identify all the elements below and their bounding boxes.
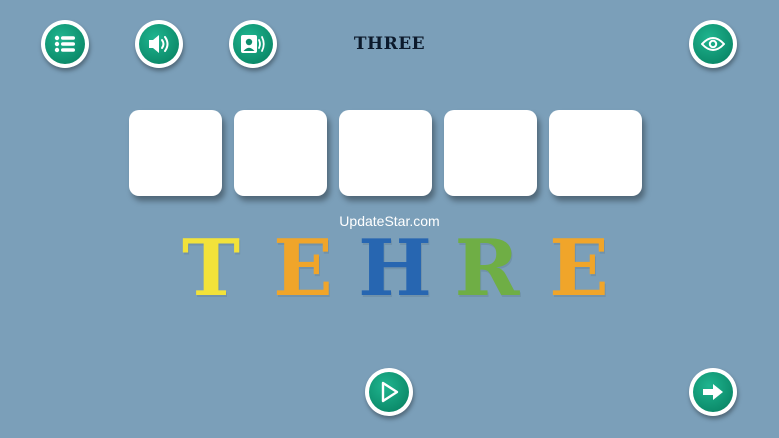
eye-icon [701, 37, 725, 51]
letter-tile[interactable]: R [441, 226, 533, 312]
play-button[interactable] [365, 368, 413, 416]
answer-slot[interactable] [444, 110, 537, 196]
answer-slots [129, 110, 642, 196]
letter-tile[interactable]: E [533, 226, 625, 312]
letter-tile[interactable]: H [349, 226, 441, 312]
next-button[interactable] [689, 368, 737, 416]
target-word: THREE [353, 34, 426, 54]
arrow-right-icon [703, 384, 723, 400]
letter-tile[interactable]: T [165, 226, 257, 312]
reveal-button[interactable] [689, 20, 737, 68]
play-icon [381, 381, 399, 403]
answer-slot[interactable] [129, 110, 222, 196]
scrambled-letters: T E H R E [165, 226, 625, 312]
answer-slot[interactable] [339, 110, 432, 196]
answer-slot[interactable] [549, 110, 642, 196]
answer-slot[interactable] [234, 110, 327, 196]
letter-tile[interactable]: E [257, 226, 349, 312]
